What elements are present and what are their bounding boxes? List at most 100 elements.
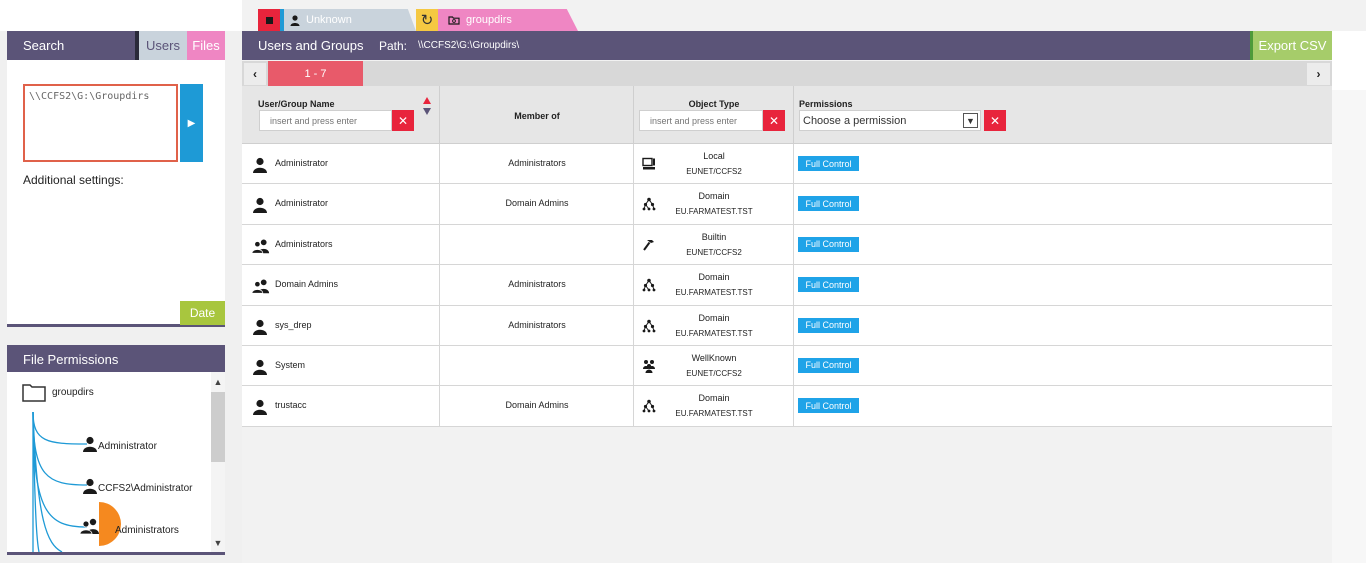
type-name: Domain xyxy=(698,191,730,202)
clear-type-filter-button[interactable]: ✕ xyxy=(763,110,785,131)
cell-type: Local EUNET/CCFS2 xyxy=(634,144,794,184)
refresh-icon[interactable]: ↻ xyxy=(416,9,438,31)
cell-permission: Full Control xyxy=(794,144,1332,183)
chevron-down-icon[interactable]: ▼ xyxy=(963,113,978,128)
sort-icon[interactable] xyxy=(422,96,432,116)
name-text: Administrator xyxy=(275,158,329,168)
pager: ‹ 1 - 7 › xyxy=(242,61,1332,86)
scroll-thumb[interactable] xyxy=(211,392,225,462)
name-text: Domain Admins xyxy=(275,279,339,290)
user-icon xyxy=(252,359,268,375)
scroll-down-icon[interactable]: ▼ xyxy=(211,536,225,550)
cell-name: trustacc xyxy=(242,386,440,426)
main-panel: Users and Groups Path: \\CCFS2\G:\Groupd… xyxy=(242,31,1332,563)
table-row[interactable]: Administrator Administrators Local EUNET/CC… xyxy=(242,144,1332,185)
chevron-right-icon[interactable]: › xyxy=(1307,63,1330,85)
table-row[interactable]: trustacc Domain Admins Domain EU.FARMATEST.… xyxy=(242,386,1332,427)
file-permissions-header: File Permissions xyxy=(7,345,225,372)
clear-permission-filter-button[interactable]: ✕ xyxy=(984,110,1006,131)
users-toggle-button[interactable]: Users xyxy=(135,31,187,60)
stop-button[interactable] xyxy=(258,9,280,31)
cell-member: Domain Admins xyxy=(440,386,634,426)
name-filter-input[interactable] xyxy=(259,110,392,131)
stop-icon xyxy=(265,16,273,24)
permission-badge[interactable]: Full Control xyxy=(798,357,859,373)
cell-type: WellKnown EUNET/CCFS2 xyxy=(634,345,794,386)
permission-badge[interactable]: Full Control xyxy=(798,196,859,212)
name-text: System xyxy=(275,359,306,370)
cell-name: Administrator xyxy=(242,184,440,224)
computer-icon xyxy=(642,157,656,171)
table-body: Administrator Administrators Local EUNET/CC… xyxy=(242,144,1332,427)
cell-member: Administrators xyxy=(440,305,634,345)
cell-name: sys_drep xyxy=(242,305,440,345)
search-panel: Search Users Files ▶ Additional settings… xyxy=(7,31,225,327)
user-icon xyxy=(290,14,300,26)
cell-member: Administrators xyxy=(440,144,634,184)
path-input[interactable] xyxy=(23,84,178,162)
date-button[interactable]: Date xyxy=(180,301,225,325)
file-permissions-panel: File Permissions groupdirs Administrator xyxy=(7,345,225,555)
cell-permission: Full Control xyxy=(794,346,1332,385)
user-icon xyxy=(252,157,268,173)
type-name: Builtin xyxy=(701,231,727,242)
permission-badge[interactable]: Full Control xyxy=(798,317,859,333)
pager-range[interactable]: 1 - 7 xyxy=(268,61,363,86)
cell-name: Domain Admins xyxy=(242,265,440,305)
page-title: Users and Groups xyxy=(258,38,364,53)
type-name: Local xyxy=(703,151,725,161)
cell-type: Domain EU.FARMATEST.TST xyxy=(634,265,794,305)
permission-badge[interactable]: Full Control xyxy=(798,236,859,252)
export-csv-button[interactable]: Export CSV xyxy=(1250,31,1332,60)
type-domain: EU.FARMATEST.TST xyxy=(675,288,753,298)
network-icon xyxy=(642,319,656,333)
permission-badge[interactable]: Full Control xyxy=(798,277,859,293)
column-perm: Permissions Choose a permission ▼ ✕ xyxy=(794,86,1332,144)
table-header: User/Group Name ✕ Member of Object Type … xyxy=(242,86,1332,144)
cell-type: Domain EU.FARMATEST.TST xyxy=(634,184,794,224)
cell-permission: Full Control xyxy=(794,386,1332,425)
clear-name-filter-button[interactable]: ✕ xyxy=(392,110,414,131)
cell-name: System xyxy=(242,345,440,386)
cell-member xyxy=(440,345,634,386)
files-toggle-button[interactable]: Files xyxy=(187,31,225,60)
scroll-up-icon[interactable]: ▲ xyxy=(211,375,225,389)
cell-name: Administrators xyxy=(242,224,440,265)
cell-member: Domain Admins xyxy=(440,184,634,224)
table-row[interactable]: System WellKnown EUNET/CCFS2 Full Control xyxy=(242,345,1332,387)
name-text: Administrator xyxy=(275,198,329,209)
column-member-label: Member of xyxy=(514,111,560,121)
group-icon xyxy=(251,278,270,294)
type-filter-input[interactable] xyxy=(639,110,763,131)
permission-badge[interactable]: Full Control xyxy=(798,156,859,171)
folder-icon xyxy=(448,15,460,25)
permission-badge[interactable]: Full Control xyxy=(798,398,859,414)
column-name: User/Group Name ✕ xyxy=(242,86,440,144)
cell-name: Administrator xyxy=(242,144,440,184)
table-row[interactable]: Administrators Builtin EUNET/CCFS2 Full Con… xyxy=(242,224,1332,266)
column-member: Member of xyxy=(440,86,634,144)
tree-scrollbar[interactable]: ▲ ▼ xyxy=(211,372,225,552)
permission-select[interactable]: Choose a permission ▼ xyxy=(799,110,981,131)
type-name: Domain xyxy=(698,393,730,404)
permission-select-value: Choose a permission xyxy=(803,114,907,127)
user-icon xyxy=(252,399,268,416)
permission-tree[interactable]: groupdirs Administrator CCFS2\Administra… xyxy=(7,372,211,552)
hammer-icon xyxy=(642,238,656,252)
search-title: Search xyxy=(23,38,65,53)
group-icon xyxy=(80,518,99,534)
chevron-left-icon[interactable]: ‹ xyxy=(244,63,266,85)
table-row[interactable]: Administrator Domain Admins Domain EU.FARMA… xyxy=(242,184,1332,225)
network-icon xyxy=(642,197,656,211)
tab-unknown[interactable]: Unknown xyxy=(280,9,416,31)
table-row[interactable]: sys_drep Administrators Domain EU.FARMATEST… xyxy=(242,305,1332,346)
type-domain: EU.FARMATEST.TST xyxy=(675,207,753,217)
column-name-label: User/Group Name xyxy=(258,99,335,109)
people-icon xyxy=(642,359,656,373)
tree-node-label: Administrator xyxy=(98,441,157,452)
cell-permission: Full Control xyxy=(794,265,1332,304)
search-go-button[interactable]: ▶ xyxy=(180,84,203,162)
tab-groupdirs[interactable]: groupdirs xyxy=(438,9,578,31)
table-row[interactable]: Domain Admins Administrators Domain EU.FARM… xyxy=(242,265,1332,306)
network-icon xyxy=(642,278,656,292)
